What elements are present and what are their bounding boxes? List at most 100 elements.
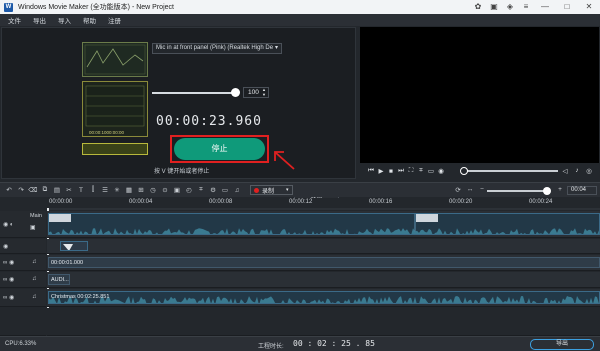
audio-track-2[interactable]: AUDI... xyxy=(47,272,600,288)
video-track[interactable] xyxy=(47,211,600,238)
seek-bar[interactable] xyxy=(463,170,558,172)
speaker-icon[interactable]: ♪ xyxy=(572,167,582,174)
crop-icon[interactable]: ⌗ xyxy=(416,167,426,175)
freeze-icon[interactable]: ⊞ xyxy=(136,186,146,194)
cut-icon[interactable]: ✂ xyxy=(64,186,74,194)
zoom-slider-handle[interactable] xyxy=(543,187,551,195)
webcam-thumbnail: 00:00:1000:00:00 xyxy=(82,81,148,137)
spinner-icon[interactable]: ▲ ▼ xyxy=(262,87,266,97)
palette-icon[interactable]: ✿ xyxy=(470,0,486,14)
screen-thumbnail xyxy=(82,42,148,77)
copy-icon[interactable]: ⧉ xyxy=(40,186,50,194)
audio-track-1[interactable]: 00:00:01.000 xyxy=(47,255,600,271)
export-button[interactable]: 导出 xyxy=(530,339,594,350)
voice-icon[interactable]: ☰ xyxy=(100,186,110,194)
effects-icon[interactable]: ✳ xyxy=(112,186,122,194)
timeline-ruler[interactable]: 00:00:00 00:00:04 00:00:08 00:00:12 00:0… xyxy=(47,198,600,210)
tools-icon[interactable]: ⚙ xyxy=(208,186,218,194)
eye-icon[interactable]: ◉ ◐ xyxy=(3,221,14,228)
empty-track[interactable] xyxy=(47,308,600,336)
paste-icon[interactable]: ▤ xyxy=(52,186,62,194)
menu-export[interactable]: 导出 xyxy=(33,15,46,25)
arrow-annotation-icon xyxy=(274,151,295,170)
project-duration-label: 工程时长: xyxy=(258,344,284,350)
volume-input[interactable]: 100 ▲ ▼ xyxy=(243,87,269,98)
menu-register[interactable]: 注册 xyxy=(108,15,121,25)
split-view-icon[interactable]: ▭ xyxy=(426,167,436,175)
link-icon[interactable]: ∞ ◉ xyxy=(3,259,14,266)
audio-thumbnail xyxy=(82,143,148,155)
mosaic-icon[interactable]: ▦ xyxy=(124,186,134,194)
link-icon[interactable]: ∞ ◉ xyxy=(3,276,14,283)
next-frame-icon[interactable]: ⏭ xyxy=(396,167,406,175)
link-icon[interactable]: ∞ ◉ xyxy=(3,294,14,301)
camera-icon[interactable]: ◉ xyxy=(436,167,446,175)
redo-icon[interactable]: ↷ xyxy=(16,186,26,194)
zoom-out-icon[interactable]: − xyxy=(477,186,487,193)
audio-clip-1-label: 00:00:01.000 xyxy=(51,260,84,266)
crop-tool-icon[interactable]: ⌗ xyxy=(196,186,206,194)
record-dot-icon xyxy=(254,187,259,193)
music-clip-label: Christmas 00:02:25.851 xyxy=(51,294,110,300)
stop-icon[interactable]: ■ xyxy=(386,168,396,175)
text-icon[interactable]: T xyxy=(76,187,86,194)
audio-clip-2[interactable]: AUDI... xyxy=(48,274,70,285)
track-head-audio-2: ∞ ◉ ♫ xyxy=(0,272,46,288)
stop-button[interactable]: 停止 xyxy=(174,138,265,160)
music-clip[interactable]: Christmas 00:02:25.851 xyxy=(48,291,600,304)
video-clip[interactable] xyxy=(48,213,600,235)
gift-icon[interactable]: ▣ xyxy=(486,0,502,14)
refresh-icon[interactable]: ⟳ xyxy=(453,186,463,194)
minimize-icon[interactable]: — xyxy=(534,0,556,14)
volume-icon[interactable]: ◁ xyxy=(560,167,570,175)
track-head-overlay: ◉ xyxy=(0,239,46,254)
record-button[interactable]: 录制 ▾ xyxy=(250,185,293,195)
zoom-in-icon[interactable]: + xyxy=(555,186,565,193)
screen-track-icon: ▣ xyxy=(30,225,36,231)
close-icon[interactable]: ✕ xyxy=(578,0,600,14)
eye-icon[interactable]: ◉ xyxy=(3,243,8,250)
zoom-icon[interactable]: ⊙ xyxy=(160,186,170,194)
menu-icon[interactable]: ≡ xyxy=(518,0,534,14)
ruler-tick-label: 00:00:20 xyxy=(449,199,473,205)
overlay-clip[interactable] xyxy=(60,241,88,251)
record-timer: 00:00:23.960 xyxy=(156,114,262,129)
fullscreen-icon[interactable]: ⛶ xyxy=(406,167,416,175)
ruler-tick-label: 00:00:08 xyxy=(209,199,233,205)
audio-clip-2-label: AUDI... xyxy=(51,277,69,283)
speed-icon[interactable]: ◷ xyxy=(148,186,158,194)
overlay-track[interactable] xyxy=(47,239,600,254)
track-head-main: ◉ ◐ Main ▣ xyxy=(0,211,46,238)
microphone-select[interactable]: Mic in at front panel (Pink) (Realtek Hi… xyxy=(152,43,282,54)
bag-icon[interactable]: ◈ xyxy=(502,0,518,14)
record-panel: 00:00:1000:00:00 Mic in at front panel (… xyxy=(1,27,356,204)
music-track[interactable]: Christmas 00:02:25.851 xyxy=(47,289,600,307)
pip-icon[interactable]: ▣ xyxy=(172,186,182,194)
snapshot-icon[interactable]: ◎ xyxy=(584,167,594,175)
undo-icon[interactable]: ↶ xyxy=(4,186,14,194)
play-icon[interactable]: ▶ xyxy=(376,167,386,175)
music-note-icon: ♫ xyxy=(32,294,37,300)
screen-icon[interactable]: ▭ xyxy=(220,186,230,194)
audio-clip-1[interactable]: 00:00:01.000 xyxy=(48,257,600,268)
maximize-icon[interactable]: □ xyxy=(556,0,578,14)
track-head-empty xyxy=(0,308,46,336)
audio-icon[interactable]: ♫ xyxy=(232,187,242,194)
zoom-value[interactable]: 00:04 xyxy=(567,186,597,195)
ruler-tick-label: 00:00:00 xyxy=(49,199,73,205)
status-bar: CPU:6.33% 工程时长: 00 : 02 : 25 . 85 导出 xyxy=(0,336,600,351)
fit-width-icon[interactable]: ↔ xyxy=(465,186,475,193)
duration-icon[interactable]: ◴ xyxy=(184,186,194,194)
prev-frame-icon[interactable]: ⏮ xyxy=(366,167,376,175)
window-title: Windows Movie Maker (全功能版本) - New Projec… xyxy=(18,4,174,11)
delete-icon[interactable]: ⌫ xyxy=(28,186,38,194)
menu-import[interactable]: 导入 xyxy=(58,15,71,25)
split-icon[interactable]: ⫿ xyxy=(88,186,98,194)
seek-handle[interactable] xyxy=(460,167,468,175)
volume-slider-handle[interactable] xyxy=(231,88,240,97)
menu-help[interactable]: 帮助 xyxy=(83,15,96,25)
menu-file[interactable]: 文件 xyxy=(8,15,21,25)
volume-slider-track[interactable] xyxy=(152,92,236,94)
microphone-select-value: Mic in at front panel (Pink) (Realtek Hi… xyxy=(156,45,274,51)
zoom-slider-track[interactable] xyxy=(487,190,547,192)
